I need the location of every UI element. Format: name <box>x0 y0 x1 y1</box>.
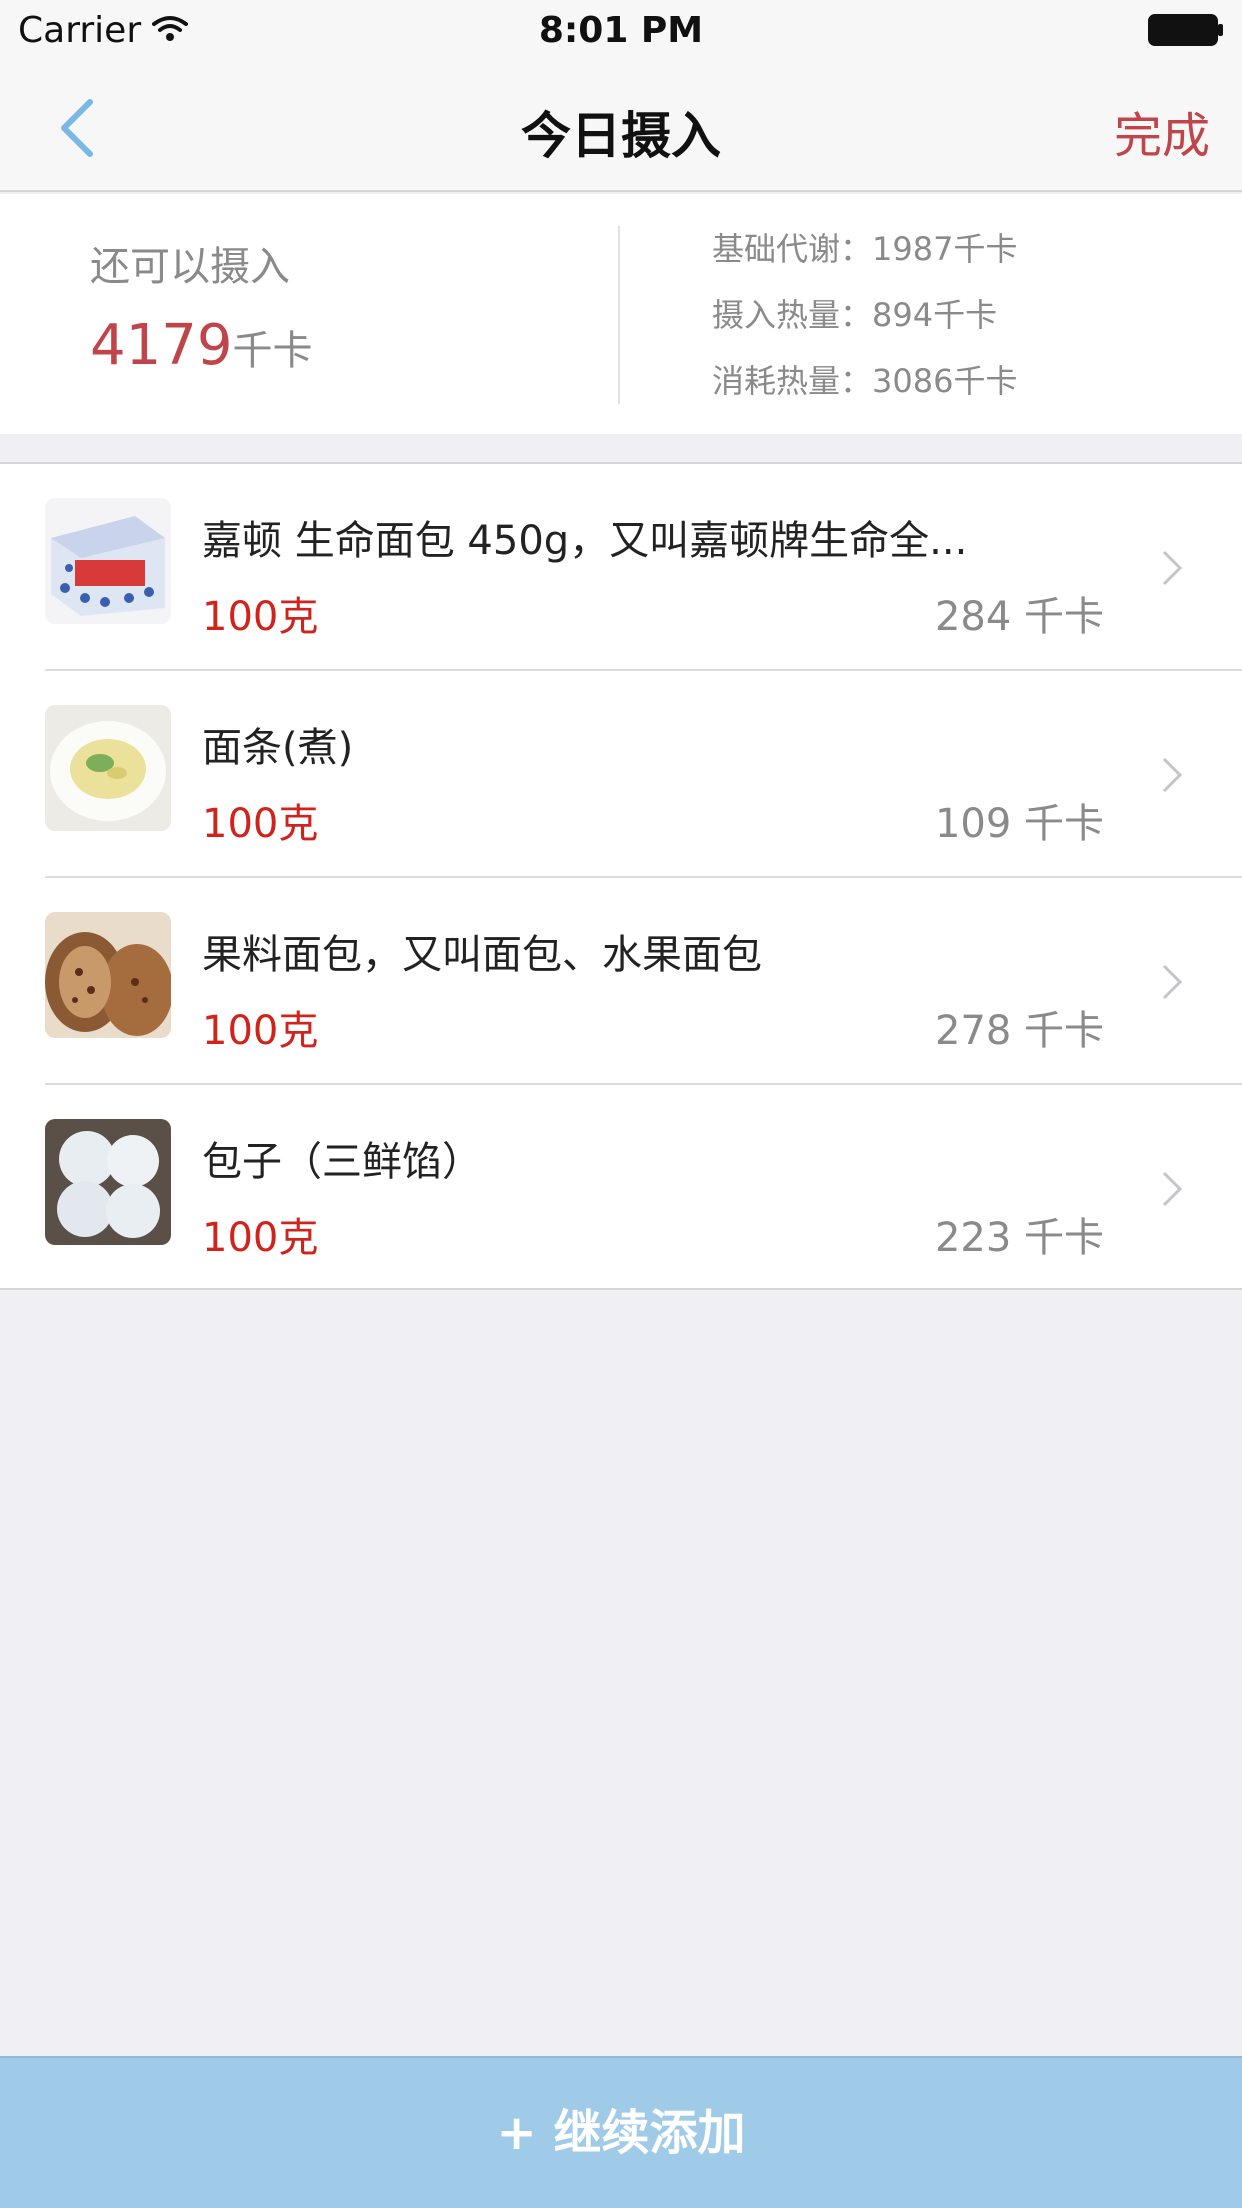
battery-icon <box>1148 14 1223 46</box>
food-item[interactable]: 果料面包，又叫面包、水果面包 100克 278 千卡 <box>0 878 1242 1085</box>
bmr-stat: 基础代谢：1987千卡 <box>712 230 1018 268</box>
food-calories: 284 千卡 <box>934 594 1104 640</box>
food-amount: 100克 <box>202 1215 319 1261</box>
remaining-value: 4179 <box>90 313 233 378</box>
calorie-summary: 还可以摄入 4179千卡 基础代谢：1987千卡 摄入热量：894千卡 消耗热量… <box>0 194 1242 434</box>
food-amount: 100克 <box>202 1008 319 1054</box>
page-title: 今日摄入 <box>521 107 721 165</box>
food-calories: 223 千卡 <box>934 1215 1104 1261</box>
food-name: 嘉顿 生命面包 450g，又叫嘉顿牌生命全... <box>202 518 968 564</box>
chevron-right-icon <box>1162 550 1183 586</box>
food-thumbnail-bread-package <box>45 498 171 624</box>
chevron-right-icon <box>1162 964 1183 1000</box>
food-item[interactable]: 面条(煮) 100克 109 千卡 <box>0 671 1242 878</box>
done-button[interactable]: 完成 <box>1114 96 1210 166</box>
food-calories: 278 千卡 <box>934 1008 1104 1054</box>
food-thumbnail-noodles <box>45 705 171 831</box>
food-name: 面条(煮) <box>202 725 354 771</box>
food-item[interactable]: 包子（三鲜馅） 100克 223 千卡 <box>0 1085 1242 1292</box>
remaining-label: 还可以摄入 <box>90 244 290 290</box>
food-calories: 109 千卡 <box>934 801 1104 847</box>
status-bar: Carrier 8:01 PM <box>0 0 1242 60</box>
navigation-bar: 今日摄入 完成 <box>0 60 1242 192</box>
remaining-calories: 4179千卡 <box>90 318 313 374</box>
chevron-right-icon <box>1162 1171 1183 1207</box>
food-name: 包子（三鲜馅） <box>202 1139 482 1185</box>
remaining-unit: 千卡 <box>232 328 313 374</box>
add-more-button[interactable]: + 继续添加 <box>0 2056 1242 2208</box>
burned-stat: 消耗热量：3086千卡 <box>712 362 1018 400</box>
food-amount: 100克 <box>202 801 319 847</box>
intake-stat: 摄入热量：894千卡 <box>712 296 998 334</box>
food-list: 嘉顿 生命面包 450g，又叫嘉顿牌生命全... 100克 284 千卡 面条(… <box>0 462 1242 1290</box>
summary-divider <box>618 226 620 404</box>
status-time: 8:01 PM <box>538 10 704 51</box>
food-amount: 100克 <box>202 594 319 640</box>
food-thumbnail-steamed-buns <box>45 1119 171 1245</box>
food-thumbnail-fruit-bread <box>45 912 171 1038</box>
food-name: 果料面包，又叫面包、水果面包 <box>202 932 762 978</box>
food-item[interactable]: 嘉顿 生命面包 450g，又叫嘉顿牌生命全... 100克 284 千卡 <box>0 464 1242 671</box>
chevron-right-icon <box>1162 757 1183 793</box>
